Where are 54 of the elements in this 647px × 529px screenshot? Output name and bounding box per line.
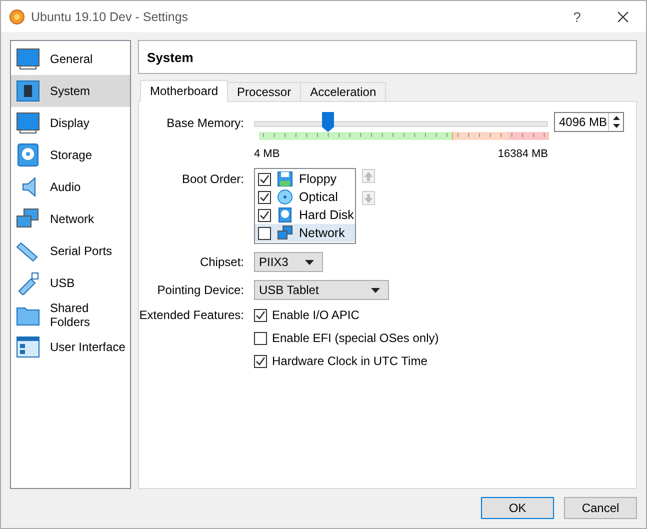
field-label: Base Memory: (166, 116, 245, 130)
cancel-button[interactable]: Cancel (564, 497, 637, 519)
up-arrow-icon (364, 172, 373, 180)
checkbox[interactable] (258, 208, 271, 222)
checkbox[interactable] (254, 332, 267, 344)
boot-item[interactable]: Floppy (255, 170, 355, 188)
slider-thumb[interactable] (322, 112, 334, 132)
field-label: Extended Features: (139, 308, 245, 322)
field-label: Boot Order: (180, 172, 245, 186)
dropdown-arrow-icon (305, 260, 314, 264)
help-button[interactable]: ? (554, 1, 600, 32)
disc-icon (277, 189, 293, 205)
sidebar-item[interactable]: System (11, 75, 130, 107)
floppy-icon (277, 171, 293, 187)
checkbox-label: Enable EFI (special OSes only) (272, 331, 439, 345)
field-label: Pointing Device: (156, 283, 245, 297)
checkbox[interactable] (258, 190, 271, 204)
app-icon (9, 8, 25, 24)
chipset-dropdown[interactable]: PIIX3 (254, 252, 323, 272)
close-icon (617, 10, 629, 22)
memory-slider[interactable] (254, 112, 548, 132)
memory-spinbox[interactable]: 4096 MB (554, 112, 624, 132)
sidebar-item[interactable]: Network (11, 203, 130, 235)
checkbox[interactable] (258, 226, 271, 240)
ok-button[interactable]: OK (481, 497, 554, 519)
checkbox[interactable] (254, 354, 267, 368)
max-label: 16384 MB (498, 148, 548, 160)
tab[interactable]: Acceleration (300, 82, 386, 102)
boot-item[interactable]: Hard Disk (255, 206, 355, 224)
field-label: Chipset: (198, 255, 245, 269)
sidebar-item[interactable]: Serial Ports (11, 235, 130, 267)
checkbox[interactable] (254, 308, 267, 322)
spin-arrows-icon (612, 115, 620, 129)
checkbox-label: Hardware Clock in UTC Time (272, 354, 428, 368)
network-icon (277, 225, 293, 241)
sidebar-item[interactable]: Display (11, 107, 130, 139)
boot-item[interactable]: Network (255, 224, 355, 242)
section-header: System (138, 40, 637, 74)
sidebar-item[interactable]: USB (11, 267, 130, 299)
tab[interactable]: Motherboard (140, 80, 228, 102)
pointing-device-dropdown[interactable]: USB Tablet (254, 280, 389, 300)
checkbox-label: Enable I/O APIC (272, 308, 360, 322)
sidebar-item[interactable]: Audio (11, 171, 130, 203)
down-arrow-icon (364, 194, 373, 202)
min-label: 4 MB (254, 148, 280, 160)
sidebar-item[interactable]: Shared Folders (11, 299, 130, 331)
checkbox[interactable] (258, 172, 271, 186)
dropdown-arrow-icon (371, 288, 380, 292)
tab[interactable]: Processor (227, 82, 302, 102)
boot-item[interactable]: Optical (255, 188, 355, 206)
sidebar-item[interactable]: User Interface (11, 331, 130, 363)
sidebar-item[interactable]: General (11, 43, 130, 75)
sidebar-item[interactable]: Storage (11, 139, 130, 171)
window-title: Ubuntu 19.10 Dev - Settings (31, 10, 190, 24)
